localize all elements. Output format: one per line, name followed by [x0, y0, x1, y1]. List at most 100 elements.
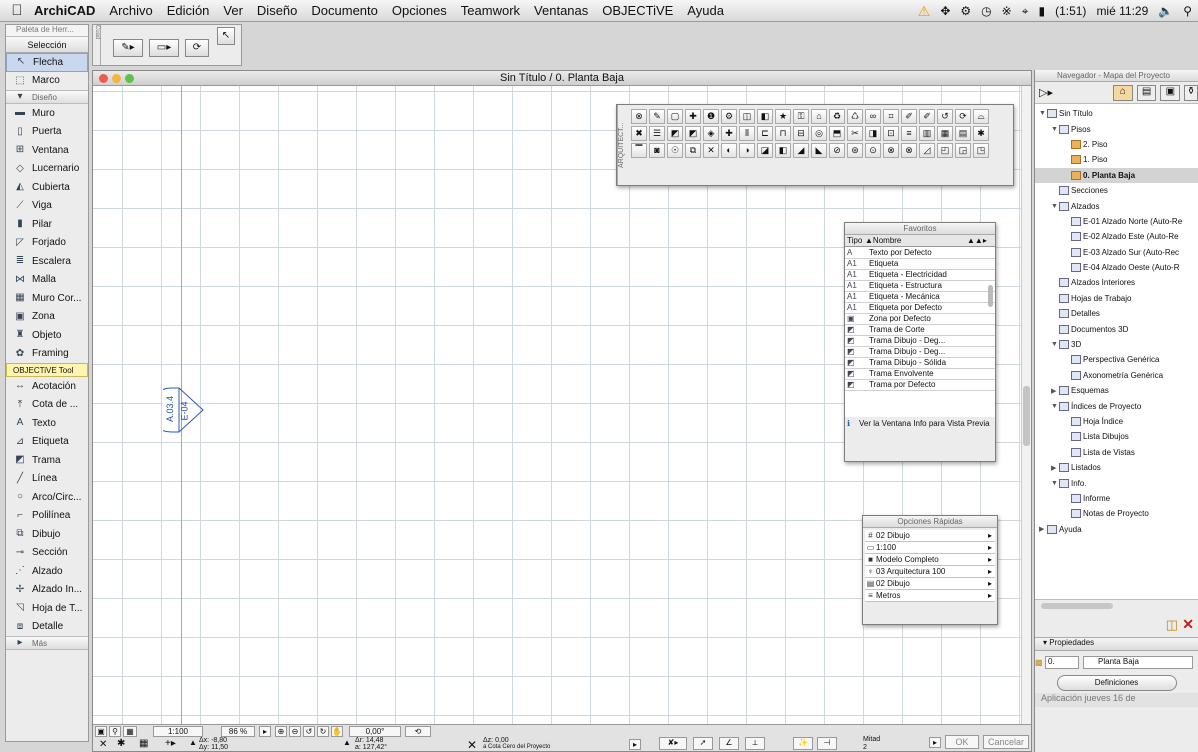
- disclosure-closed-icon[interactable]: ▶: [1051, 387, 1059, 395]
- toolbar-tool-icon[interactable]: ▤: [955, 126, 971, 141]
- pointer-icon[interactable]: ↖: [217, 27, 235, 45]
- toolbar-tool-icon[interactable]: ⊛: [847, 143, 863, 158]
- move-icon[interactable]: ✥: [940, 4, 950, 18]
- toolbar-tool-icon[interactable]: ✚: [685, 109, 701, 124]
- quick-option-row[interactable]: ▤ 02 Dibujo ▸: [865, 578, 995, 590]
- design-section-toggle[interactable]: ▾ Diseño: [6, 90, 88, 104]
- sort-icon[interactable]: ▲▲▸: [967, 236, 987, 245]
- tree-item[interactable]: Axonometría Genérica: [1035, 368, 1198, 383]
- menu-archivo[interactable]: Archivo: [109, 3, 152, 18]
- clock-icon[interactable]: ◷: [981, 4, 991, 18]
- cancel-button[interactable]: Cancelar: [983, 735, 1029, 749]
- quick-option-row[interactable]: ♆ 03 Arquitectura 100 ▸: [865, 566, 995, 578]
- tool-arc[interactable]: ○ Arco/Circ...: [6, 488, 88, 507]
- tool-wall[interactable]: ▬ Muro: [6, 104, 88, 123]
- layout-book-icon[interactable]: ▣: [1160, 84, 1181, 101]
- tree-item[interactable]: Informe: [1035, 491, 1198, 506]
- toolbar-tool-icon[interactable]: ★: [775, 109, 791, 124]
- toolbar-tool-icon[interactable]: ⊓: [775, 126, 791, 141]
- magic-wand-icon[interactable]: ✨: [793, 737, 813, 750]
- toolbar-tool-icon[interactable]: ⧉: [685, 143, 701, 158]
- quick-option-row[interactable]: ■ Modelo Completo ▸: [865, 554, 995, 566]
- tool-polyline[interactable]: ⌐ Polilínea: [6, 507, 88, 526]
- toolbar-tool-icon[interactable]: ⌂: [811, 109, 827, 124]
- toolbar-tool-icon[interactable]: ⊏: [757, 126, 773, 141]
- publisher-icon[interactable]: ⚱: [1184, 84, 1198, 101]
- toolbar-tool-icon[interactable]: ✚: [721, 126, 737, 141]
- toolbar-tool-icon[interactable]: ☉: [667, 143, 683, 158]
- toolbar-tool-icon[interactable]: ◰: [937, 143, 953, 158]
- toolbar-tool-icon[interactable]: ✎: [649, 109, 665, 124]
- angle-tool-icon[interactable]: ∠: [719, 737, 739, 750]
- tree-item[interactable]: E-02 Alzado Este (Auto-Re: [1035, 229, 1198, 244]
- project-map-icon[interactable]: ⌂: [1112, 84, 1133, 101]
- window-title-bar[interactable]: Sin Título / 0. Planta Baja: [93, 71, 1031, 86]
- navigator-popup-icon[interactable]: ▷▸: [1039, 86, 1053, 99]
- toolbar-tool-icon[interactable]: ⊘: [829, 143, 845, 158]
- definitions-button[interactable]: Definiciones: [1056, 675, 1177, 691]
- delete-icon[interactable]: ✕: [1182, 616, 1194, 633]
- toolbar-tool-icon[interactable]: ◧: [757, 109, 773, 124]
- menu-app-name[interactable]: ArchiCAD: [34, 3, 95, 18]
- toolbar-tool-icon[interactable]: ✱: [973, 126, 989, 141]
- disclosure-open-icon[interactable]: ▼: [1051, 203, 1059, 210]
- tool-fill[interactable]: ◩ Trama: [6, 451, 88, 470]
- tool-worksheet[interactable]: ◹ Hoja de T...: [6, 599, 88, 618]
- dy-value[interactable]: 11,50: [211, 744, 228, 751]
- play-icon[interactable]: ▸: [259, 726, 271, 737]
- toolbar-tool-icon[interactable]: ♺: [847, 109, 863, 124]
- tree-item[interactable]: 1. Piso: [1035, 152, 1198, 167]
- ok-button[interactable]: OK: [945, 735, 979, 749]
- da-value[interactable]: 127,42°: [363, 744, 387, 751]
- favorite-row[interactable]: A1 Etiqueta: [845, 258, 995, 270]
- toolbar-tool-icon[interactable]: ◳: [973, 143, 989, 158]
- toolbar-tool-icon[interactable]: ◩: [685, 126, 701, 141]
- tool-elevation[interactable]: ⋰ Alzado: [6, 562, 88, 581]
- toolbar-tool-icon[interactable]: ◣: [811, 143, 827, 158]
- minimize-window-icon[interactable]: [112, 74, 121, 83]
- apple-icon[interactable]: : [0, 2, 34, 19]
- tool-stair[interactable]: ≣ Escalera: [6, 252, 88, 271]
- toolbar-tool-icon[interactable]: ▔: [631, 143, 647, 158]
- toolbar-tool-icon[interactable]: ◎: [811, 126, 827, 141]
- favorite-row[interactable]: ◩ Trama Dibujo - Sólida: [845, 357, 995, 369]
- tree-item[interactable]: Documentos 3D: [1035, 321, 1198, 336]
- expand-icon[interactable]: ▸: [629, 739, 641, 750]
- menu-ver[interactable]: Ver: [223, 3, 243, 18]
- zoom-in-icon[interactable]: ⊕: [275, 726, 287, 737]
- tool-skylight[interactable]: ◇ Lucernario: [6, 160, 88, 179]
- tree-item[interactable]: ▼ Alzados: [1035, 198, 1198, 213]
- favorite-row[interactable]: A1 Etiqueta - Mecánica: [845, 291, 995, 303]
- volume-icon[interactable]: 🔈: [1158, 4, 1173, 18]
- tree-item[interactable]: E-03 Alzado Sur (Auto-Rec: [1035, 245, 1198, 260]
- dx-value[interactable]: -8,80: [211, 737, 227, 744]
- favorite-row[interactable]: ◩ Trama Envolvente: [845, 368, 995, 380]
- disclosure-closed-icon[interactable]: ▶: [1051, 464, 1059, 472]
- grid-snap-icon[interactable]: ▦: [139, 738, 148, 749]
- rotation-angle-field[interactable]: 0,00°: [349, 726, 401, 737]
- navigator-title[interactable]: Navegador - Mapa del Proyecto: [1035, 70, 1198, 82]
- tree-item[interactable]: Lista Dibujos: [1035, 429, 1198, 444]
- toolbar-tool-icon[interactable]: ↺: [937, 109, 953, 124]
- snap-value[interactable]: Mitad: [863, 736, 880, 743]
- tool-detail[interactable]: ⧈ Detalle: [6, 618, 88, 637]
- toolbar-tool-icon[interactable]: ⊗: [901, 143, 917, 158]
- toolbar-tool-icon[interactable]: ◿: [919, 143, 935, 158]
- toolbar-tool-icon[interactable]: ⊙: [865, 143, 881, 158]
- col-tipo[interactable]: Tipo: [845, 236, 865, 245]
- warning-icon[interactable]: ⚠: [918, 3, 931, 20]
- tree-item[interactable]: ▼ Pisos: [1035, 121, 1198, 136]
- story-id-field[interactable]: 0.: [1045, 655, 1079, 669]
- snap-count[interactable]: 2: [863, 744, 867, 751]
- toolbar-tool-icon[interactable]: ≡: [901, 126, 917, 141]
- tree-item[interactable]: Hojas de Trabajo: [1035, 291, 1198, 306]
- tool-arrow[interactable]: ↖ Flecha: [6, 53, 88, 72]
- properties-toggle[interactable]: ▾ Propiedades: [1035, 637, 1198, 651]
- divide-icon[interactable]: ⊣: [817, 737, 837, 750]
- toolbar-tool-icon[interactable]: ✐: [919, 109, 935, 124]
- tool-line[interactable]: ╱ Línea: [6, 470, 88, 489]
- col-nombre[interactable]: ▲Nombre: [865, 236, 967, 245]
- tree-item[interactable]: ▼ Sin Título: [1035, 106, 1198, 121]
- tree-item[interactable]: ▶ Ayuda: [1035, 522, 1198, 537]
- tree-item[interactable]: Notas de Proyecto: [1035, 506, 1198, 521]
